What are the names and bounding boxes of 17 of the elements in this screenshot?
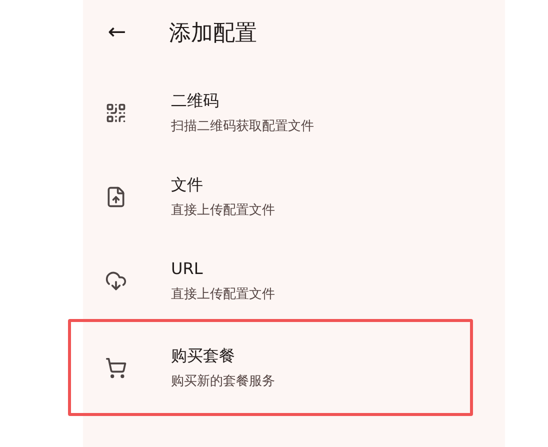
menu-item[interactable]: 购买套餐 购买新的套餐服务	[68, 319, 473, 416]
page-title: 添加配置	[169, 20, 257, 48]
item-title: URL	[171, 258, 204, 280]
item-subtitle: 购买新的套餐服务	[171, 372, 275, 391]
qr-code-icon	[105, 102, 127, 124]
menu-item[interactable]: 二维码 扫描二维码获取配置文件	[83, 71, 505, 155]
back-button[interactable]: ←	[105, 22, 129, 44]
item-title: 文件	[171, 174, 204, 196]
cart-icon	[105, 356, 127, 378]
item-subtitle: 直接上传配置文件	[171, 286, 275, 304]
file-upload-icon	[105, 186, 127, 208]
item-subtitle: 扫描二维码获取配置文件	[171, 118, 314, 136]
item-title: 购买套餐	[171, 344, 236, 367]
item-title: 二维码	[171, 90, 220, 112]
menu-item[interactable]: 文件 直接上传配置文件	[83, 155, 505, 239]
cloud-download-icon	[105, 270, 127, 292]
item-subtitle: 直接上传配置文件	[171, 202, 275, 220]
